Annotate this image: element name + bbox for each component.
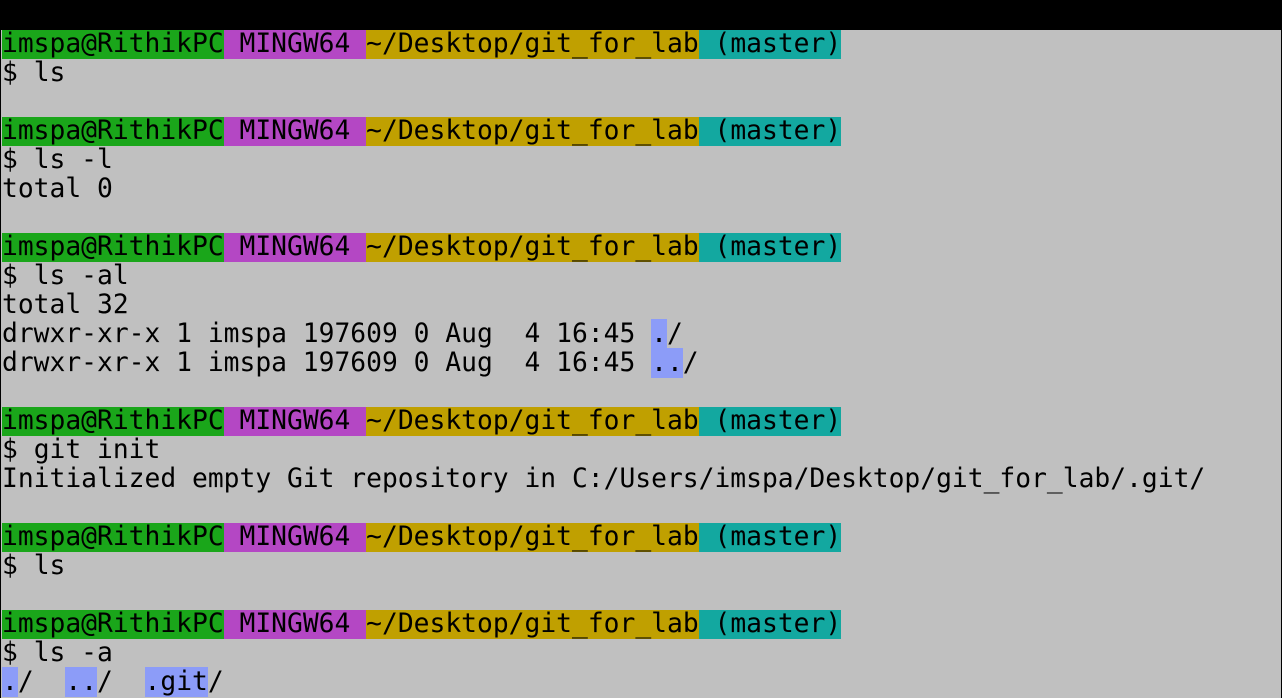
prompt-user-host: imspa@RithikPC [2,406,224,436]
prompt-line: imspa@RithikPC MINGW64 ~/Desktop/git_for… [2,117,1205,146]
dir-name: .. [651,348,683,378]
command-line: $ ls -l [2,146,1205,175]
prompt-line: imspa@RithikPC MINGW64 ~/Desktop/git_for… [2,523,1205,552]
prompt-path: ~/Desktop/git_for_lab [366,116,699,146]
entry-meta: drwxr-xr-x 1 imspa 197609 0 Aug 4 16:45 [2,348,652,378]
prompt-branch: (master) [714,406,842,436]
prompt-symbol: $ [2,435,18,465]
dir-name: . [2,667,18,697]
prompt-system: MINGW64 [239,232,351,262]
command-text: ls [33,58,66,88]
dir-suffix: / [17,667,34,697]
prompt-user-host: imspa@RithikPC [2,522,224,552]
prompt-system: MINGW64 [239,522,351,552]
command-line: $ ls [2,59,1205,88]
command-text: ls -l [33,145,113,175]
output-line: Initialized empty Git repository in C:/U… [2,464,1206,494]
prompt-path: ~/Desktop/git_for_lab [366,609,699,639]
prompt-branch: (master) [714,522,842,552]
prompt-branch: (master) [714,30,842,59]
prompt-user-host: imspa@RithikPC [2,30,224,59]
prompt-symbol: $ [2,145,18,175]
command-text: ls [33,551,66,581]
prompt-user-host: imspa@RithikPC [2,609,224,639]
command-line: $ git init [2,436,1205,465]
prompt-system: MINGW64 [239,406,351,436]
dir-suffix: / [207,667,224,697]
prompt-symbol: $ [2,638,18,668]
prompt-symbol: $ [2,261,18,291]
prompt-path: ~/Desktop/git_for_lab [366,232,699,262]
prompt-system: MINGW64 [239,30,351,59]
prompt-line: imspa@RithikPC MINGW64 ~/Desktop/git_for… [2,407,1205,436]
dir-list-line: ./ ../ .git/ [2,667,1205,697]
window-top-bar [0,0,1282,30]
command-line: $ ls -al [2,262,1205,291]
command-text: ls -al [33,261,129,291]
prompt-system: MINGW64 [239,609,351,639]
prompt-system: MINGW64 [239,116,351,146]
prompt-user-host: imspa@RithikPC [2,232,224,262]
terminal-window[interactable]: imspa@RithikPC MINGW64 ~/Desktop/git_for… [1,30,1281,698]
dir-entry-line: drwxr-xr-x 1 imspa 197609 0 Aug 4 16:45 … [2,319,1205,349]
command-line: $ ls [2,552,1205,581]
dir-name: .. [65,667,98,697]
prompt-branch: (master) [714,609,842,639]
command-line: $ ls -a [2,639,1205,668]
dir-suffix: / [666,319,683,349]
dir-suffix: / [682,348,699,378]
prompt-branch: (master) [714,232,842,262]
prompt-path: ~/Desktop/git_for_lab [366,406,699,436]
prompt-line: imspa@RithikPC MINGW64 ~/Desktop/git_for… [2,30,1205,59]
dir-name: .git [144,667,208,697]
prompt-symbol: $ [2,58,18,88]
dir-entry-line: drwxr-xr-x 1 imspa 197609 0 Aug 4 16:45 … [2,348,1205,378]
output-line: total 32 [2,290,129,320]
entry-meta: drwxr-xr-x 1 imspa 197609 0 Aug 4 16:45 [2,319,652,349]
prompt-user-host: imspa@RithikPC [2,116,224,146]
prompt-line: imspa@RithikPC MINGW64 ~/Desktop/git_for… [2,610,1205,639]
dir-suffix: / [97,667,113,697]
command-text: git init [33,435,161,465]
command-text: ls -a [33,638,113,668]
terminal-output: imspa@RithikPC MINGW64 ~/Desktop/git_for… [2,30,1205,697]
prompt-path: ~/Desktop/git_for_lab [366,522,699,552]
dir-name: . [651,319,667,349]
prompt-symbol: $ [2,551,18,581]
prompt-path: ~/Desktop/git_for_lab [366,30,699,59]
prompt-line: imspa@RithikPC MINGW64 ~/Desktop/git_for… [2,233,1205,262]
prompt-branch: (master) [714,116,842,146]
output-line: total 0 [2,174,113,204]
